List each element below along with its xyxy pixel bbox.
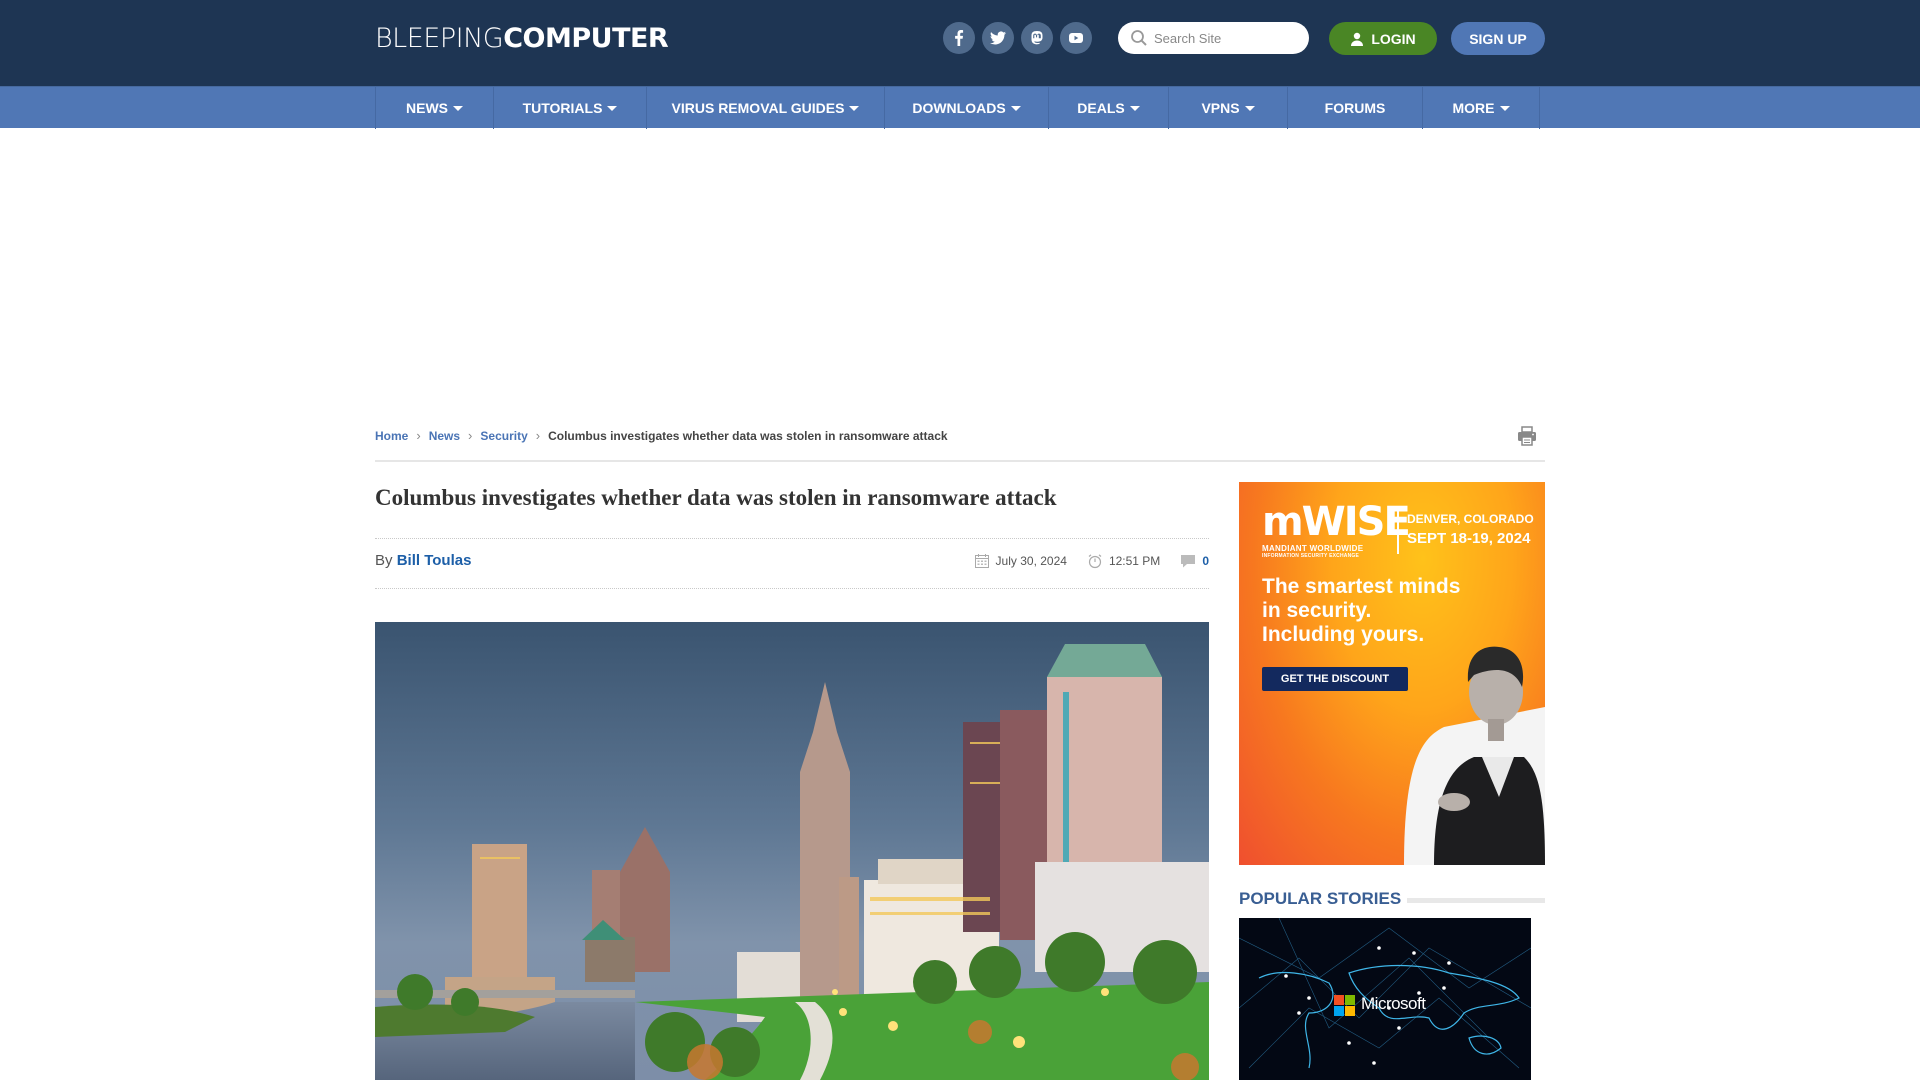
author-link[interactable]: Bill Toulas [397, 552, 472, 569]
chevron-right-icon: › [535, 428, 541, 443]
popular-story-caption: Microsoft [1361, 994, 1426, 1013]
mastodon-icon [1031, 31, 1043, 45]
user-icon [1351, 32, 1364, 46]
site-header: BLEEPINGCOMPUTER LOGIN SIGN UP [0, 0, 1920, 86]
article-title: Columbus investigates whether data was s… [375, 485, 1057, 510]
nav-news[interactable]: NEWS [376, 87, 494, 129]
sidebar-ad-banner[interactable]: mWISE MANDIANT WORLDWIDE INFORMATION SEC… [1239, 482, 1545, 865]
breadcrumb: Home › News › Security › Columbus invest… [375, 428, 948, 443]
logo-bold-text: COMPUTER [503, 23, 669, 54]
byline-divider [375, 588, 1209, 589]
breadcrumb-news[interactable]: News [429, 429, 460, 443]
search-input[interactable] [1154, 30, 1304, 46]
nav-deals[interactable]: DEALS [1049, 87, 1169, 129]
print-icon[interactable] [1516, 425, 1538, 447]
comment-count[interactable]: 0 [1202, 554, 1209, 568]
nav-label: NEWS [406, 100, 448, 116]
nav-downloads[interactable]: DOWNLOADS [885, 87, 1049, 129]
search-icon[interactable] [1130, 29, 1148, 47]
ad-brand-logo: mWISE MANDIANT WORLDWIDE INFORMATION SEC… [1262, 499, 1411, 559]
caret-down-icon [1244, 106, 1255, 111]
login-label: LOGIN [1371, 30, 1416, 47]
site-logo[interactable]: BLEEPINGCOMPUTER [375, 22, 669, 55]
ad-cta-button[interactable]: GET THE DISCOUNT [1262, 667, 1408, 691]
caret-down-icon [849, 106, 860, 111]
caret-down-icon [607, 106, 618, 111]
breadcrumb-home[interactable]: Home [375, 429, 408, 443]
popular-stories-rule [1407, 898, 1545, 903]
caret-down-icon [1129, 106, 1140, 111]
nav-label: VIRUS REMOVAL GUIDES [671, 100, 845, 116]
logo-light-text: BLEEPING [375, 23, 504, 54]
breadcrumb-divider [375, 460, 1545, 462]
main-nav: NEWS TUTORIALS VIRUS REMOVAL GUIDES DOWN… [0, 86, 1920, 129]
caret-down-icon [453, 106, 463, 111]
nav-label: TUTORIALS [522, 100, 603, 116]
ad-brand-sub1: MANDIANT WORLDWIDE [1262, 544, 1364, 553]
nav-tutorials[interactable]: TUTORIALS [494, 87, 647, 129]
nav-virus-removal-guides[interactable]: VIRUS REMOVAL GUIDES [647, 87, 885, 129]
nav-label: MORE [1452, 100, 1495, 116]
twitter-button[interactable] [982, 22, 1014, 54]
twitter-icon [990, 31, 1006, 45]
nav-label: VPNS [1201, 100, 1240, 116]
chevron-right-icon: › [416, 428, 421, 443]
signup-label: SIGN UP [1469, 30, 1527, 47]
article-meta: July 30, 2024 12:51 PM 0 [974, 553, 1209, 569]
article-date: July 30, 2024 [995, 554, 1067, 568]
title-divider [375, 538, 1209, 539]
by-label: By [375, 552, 393, 569]
article-hero-image [375, 622, 1209, 1080]
chevron-right-icon: › [468, 428, 473, 443]
facebook-icon [955, 30, 964, 46]
caret-down-icon [1499, 106, 1510, 111]
calendar-icon [974, 554, 989, 568]
byline: By Bill Toulas [375, 552, 471, 569]
signup-button[interactable]: SIGN UP [1451, 22, 1545, 55]
nav-more[interactable]: MORE [1423, 87, 1540, 129]
mastodon-button[interactable] [1021, 22, 1053, 54]
youtube-button[interactable] [1060, 22, 1092, 54]
youtube-icon [1069, 33, 1083, 43]
ad-brand: mWISE [1262, 499, 1411, 545]
article-time: 12:51 PM [1108, 554, 1161, 568]
comment-icon[interactable] [1180, 553, 1196, 569]
ad-location: DENVER, COLORADO [1407, 512, 1534, 526]
popular-stories-heading: POPULAR STORIES [1239, 889, 1402, 908]
nav-label: DOWNLOADS [912, 100, 1006, 116]
breadcrumb-current: Columbus investigates whether data was s… [548, 428, 948, 443]
ad-event-info: DENVER, COLORADO SEPT 18-19, 2024 [1407, 512, 1534, 547]
facebook-button[interactable] [943, 22, 975, 54]
ad-person-photo [1404, 646, 1545, 865]
search-box [1118, 22, 1309, 54]
ad-dates: SEPT 18-19, 2024 [1407, 530, 1531, 547]
caret-down-icon [1010, 106, 1021, 111]
breadcrumb-security[interactable]: Security [480, 429, 527, 443]
ad-tagline-line: The smartest minds [1262, 575, 1461, 598]
nav-label: DEALS [1077, 100, 1125, 116]
ad-brand-sub2: INFORMATION SECURITY EXCHANGE [1262, 553, 1360, 559]
ad-divider [1397, 506, 1399, 554]
popular-story-thumbnail[interactable]: Microsoft [1239, 918, 1531, 1080]
nav-vpns[interactable]: VPNS [1169, 87, 1288, 129]
login-button[interactable]: LOGIN [1329, 22, 1437, 55]
nav-label: FORUMS [1324, 100, 1386, 116]
nav-forums[interactable]: FORUMS [1288, 87, 1423, 129]
clock-icon [1088, 554, 1102, 569]
